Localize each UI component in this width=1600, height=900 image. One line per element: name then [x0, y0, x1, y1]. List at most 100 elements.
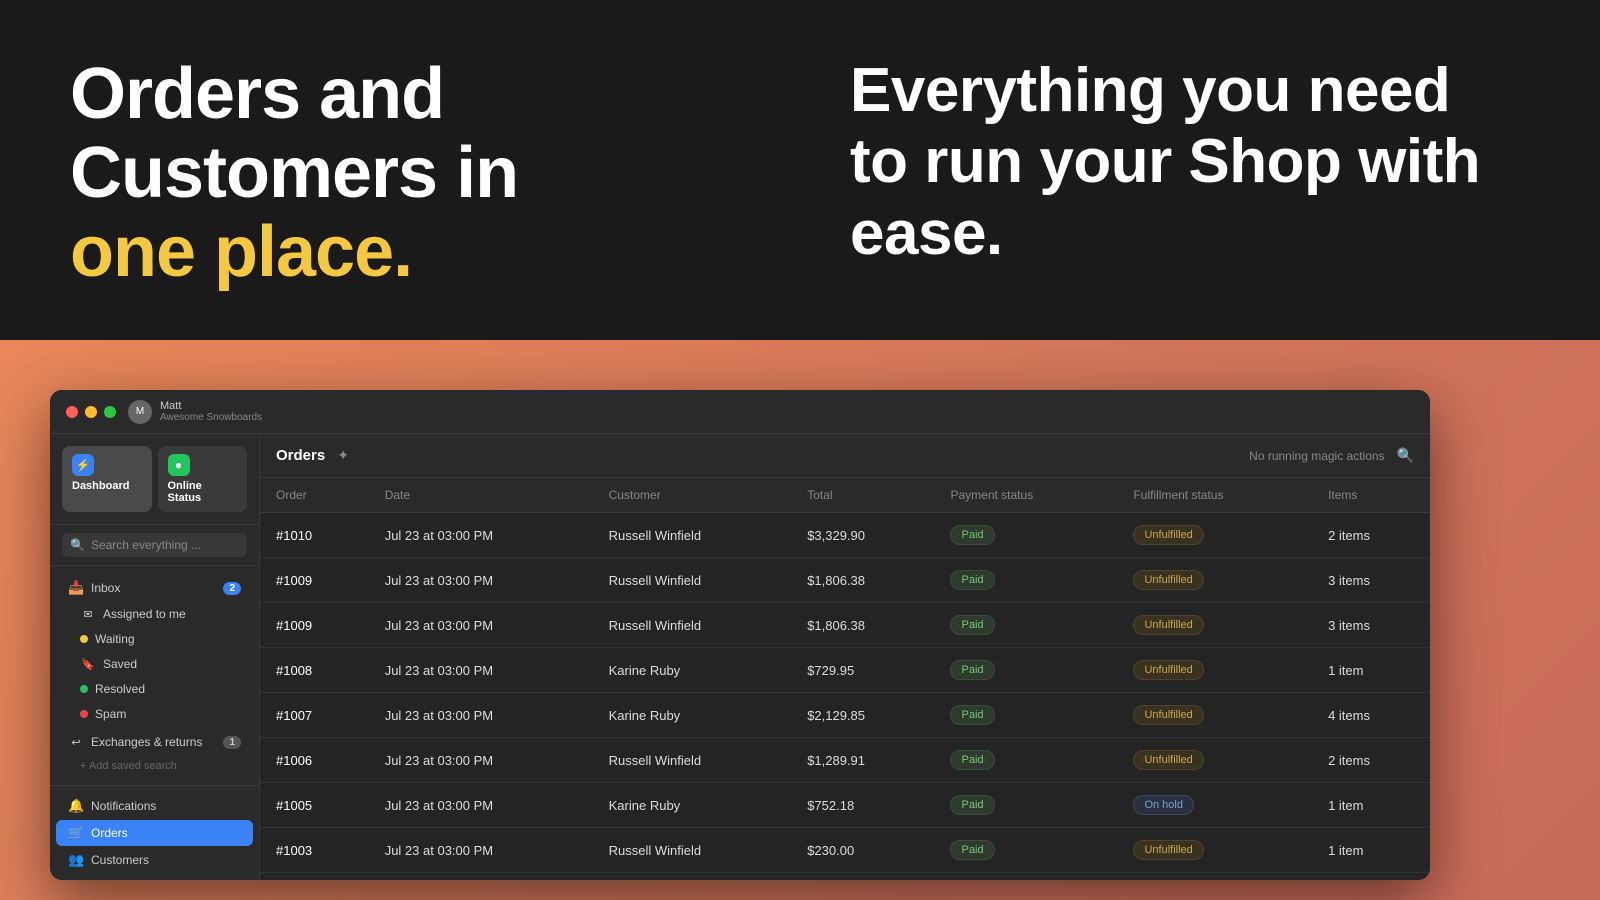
table-row[interactable]: #1007 Jul 23 at 03:00 PM Karine Ruby $2,… [260, 693, 1430, 738]
exchanges-icon: ↩ [68, 736, 84, 749]
search-icon: 🔍 [70, 538, 85, 552]
sidebar-item-assigned[interactable]: ✉ Assigned to me [56, 602, 253, 626]
order-fulfillment: Unfulfilled [1117, 648, 1312, 693]
hero-left: Orders and Customers in one place. [70, 55, 518, 293]
sidebar-item-exchanges[interactable]: ↩ Exchanges & returns 1 [56, 730, 253, 754]
sidebar-item-add-saved[interactable]: + Add saved search [56, 755, 253, 777]
order-total: $1,289.91 [791, 738, 934, 783]
hero-line1: Orders and [70, 54, 444, 134]
table-row[interactable]: #1006 Jul 23 at 03:00 PM Russell Winfiel… [260, 738, 1430, 783]
orders-label: Orders [91, 826, 128, 840]
customers-icon: 👥 [68, 852, 84, 868]
order-total: $1,806.38 [791, 603, 934, 648]
table-row[interactable]: #1009 Jul 23 at 03:00 PM Russell Winfiel… [260, 558, 1430, 603]
order-total: $1,806.38 [791, 558, 934, 603]
saved-label: Saved [103, 657, 137, 671]
search-wrap: 🔍 [62, 533, 247, 557]
table-row[interactable]: #1003 Jul 23 at 03:00 PM Russell Winfiel… [260, 828, 1430, 873]
title-bar-info: Matt Awesome Snowboards [160, 400, 262, 423]
order-payment: Paid [934, 558, 1117, 603]
order-number: #1010 [260, 513, 369, 558]
col-total: Total [791, 478, 934, 513]
order-items: 4 items [1312, 693, 1430, 738]
order-payment: Paid [934, 693, 1117, 738]
col-payment: Payment status [934, 478, 1117, 513]
content-header: Orders ✦ No running magic actions 🔍 [260, 434, 1430, 478]
resolved-label: Resolved [95, 682, 145, 696]
sidebar-search: 🔍 [50, 525, 259, 566]
sidebar-top: ⚡ Dashboard ● OnlineStatus [50, 434, 259, 525]
orders-table: Order Date Customer Total Payment status… [260, 478, 1430, 880]
order-date: Jul 23 at 03:00 PM [369, 693, 593, 738]
app-window: M Matt Awesome Snowboards ⚡ Dashboard ● … [50, 390, 1430, 880]
saved-icon: 🔖 [80, 658, 96, 671]
magic-icon[interactable]: ✦ [337, 447, 349, 464]
sidebar-item-waiting[interactable]: Waiting [56, 627, 253, 651]
dashboard-label: Dashboard [72, 480, 129, 492]
table-row[interactable]: #1009 Jul 23 at 03:00 PM Russell Winfiel… [260, 603, 1430, 648]
title-bar: M Matt Awesome Snowboards [50, 390, 1430, 434]
order-number: #1007 [260, 693, 369, 738]
order-number: #1005 [260, 783, 369, 828]
order-fulfillment: Unfulfilled [1117, 603, 1312, 648]
waiting-label: Waiting [95, 632, 135, 646]
order-fulfillment: Unfulfilled [1117, 513, 1312, 558]
hero-line2: Customers in [70, 133, 518, 213]
order-customer: Karine Ruby [593, 648, 792, 693]
content-header-right: No running magic actions 🔍 [1249, 447, 1414, 464]
sidebar-item-saved[interactable]: 🔖 Saved [56, 652, 253, 676]
sidebar-item-spam[interactable]: Spam [56, 702, 253, 726]
table-row[interactable]: #1005 Jul 23 at 03:00 PM Karine Ruby $75… [260, 783, 1430, 828]
order-fulfillment: Unfulfilled [1117, 558, 1312, 603]
order-items: 2 items [1312, 513, 1430, 558]
col-date: Date [369, 478, 593, 513]
traffic-lights [66, 406, 116, 418]
search-icon-btn[interactable]: 🔍 [1397, 447, 1414, 464]
order-fulfillment: Unfulfilled [1117, 828, 1312, 873]
sidebar-card-dashboard[interactable]: ⚡ Dashboard [62, 446, 152, 512]
inbox-badge: 2 [223, 582, 241, 595]
table-row[interactable]: #1008 Jul 23 at 03:00 PM Karine Ruby $72… [260, 648, 1430, 693]
order-number: #1006 [260, 738, 369, 783]
main-layout: ⚡ Dashboard ● OnlineStatus 🔍 [50, 434, 1430, 880]
order-date: Jul 23 at 03:00 PM [369, 603, 593, 648]
sidebar-nav: 📥 Inbox 2 ✉ Assigned to me Waiting 🔖 Sav… [50, 566, 259, 880]
order-customer: Russell Winfield [593, 828, 792, 873]
traffic-light-green[interactable] [104, 406, 116, 418]
order-customer: Russell Winfield [593, 513, 792, 558]
order-customer: Russell Winfield [593, 738, 792, 783]
hero-highlight: one place. [70, 212, 412, 292]
col-order: Order [260, 478, 369, 513]
traffic-light-red[interactable] [66, 406, 78, 418]
sidebar-item-resolved[interactable]: Resolved [56, 677, 253, 701]
order-total: $2,129.85 [791, 693, 934, 738]
notifications-label: Notifications [91, 799, 156, 813]
order-items: 3 items [1312, 558, 1430, 603]
col-fulfillment: Fulfillment status [1117, 478, 1312, 513]
order-payment: Paid [934, 513, 1117, 558]
sidebar-item-notifications[interactable]: 🔔 Notifications [56, 793, 253, 819]
sidebar-card-status[interactable]: ● OnlineStatus [158, 446, 248, 512]
sidebar-item-orders[interactable]: 🛒 Orders [56, 820, 253, 846]
sidebar-cards: ⚡ Dashboard ● OnlineStatus [62, 446, 247, 512]
order-customer: Russell Winfield [593, 603, 792, 648]
assigned-label: Assigned to me [103, 607, 186, 621]
order-total: $752.18 [791, 783, 934, 828]
sidebar-item-inbox[interactable]: 📥 Inbox 2 [56, 575, 253, 601]
order-customer: Russell Winfield [593, 558, 792, 603]
sidebar-item-customers[interactable]: 👥 Customers [56, 847, 253, 873]
table-row[interactable]: #1010 Jul 23 at 03:00 PM Russell Winfiel… [260, 513, 1430, 558]
content-area: Orders ✦ No running magic actions 🔍 Orde… [260, 434, 1430, 880]
traffic-light-yellow[interactable] [85, 406, 97, 418]
order-date: Jul 23 at 03:00 PM [369, 738, 593, 783]
order-fulfillment: On hold [1117, 783, 1312, 828]
avatar: M [128, 400, 152, 424]
status-label: OnlineStatus [168, 480, 202, 504]
status-icon: ● [168, 454, 190, 476]
order-items: 1 item [1312, 783, 1430, 828]
notifications-icon: 🔔 [68, 798, 84, 814]
user-name: Matt [160, 400, 262, 412]
order-items: 1 item [1312, 828, 1430, 873]
search-input[interactable] [91, 538, 239, 552]
order-payment: Paid [934, 648, 1117, 693]
